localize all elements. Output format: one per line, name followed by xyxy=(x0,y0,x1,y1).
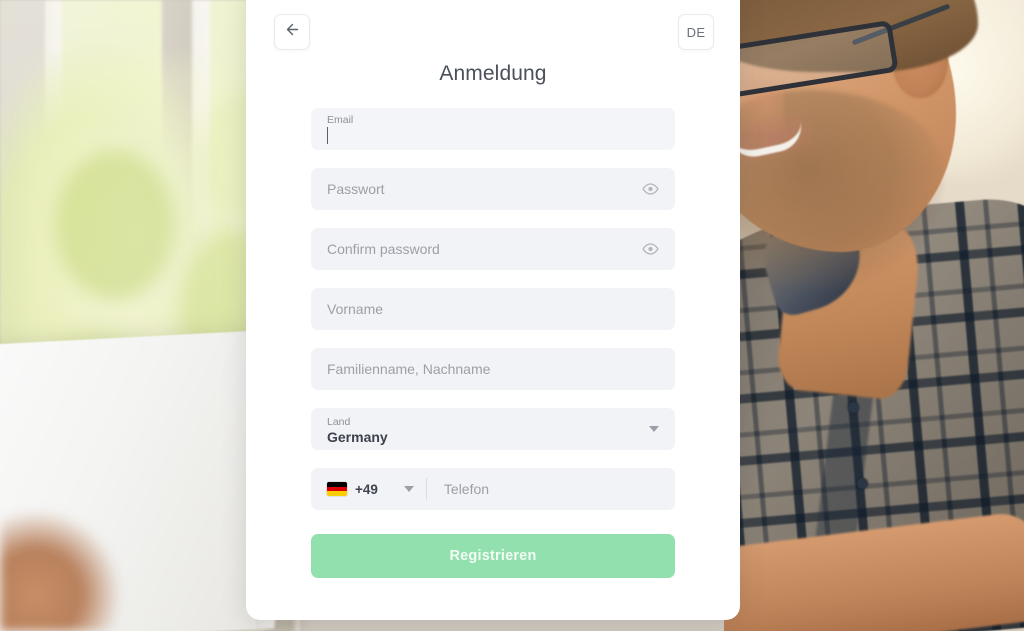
email-field-label: Email xyxy=(327,114,354,126)
back-button[interactable] xyxy=(274,14,310,50)
confirm-password-field[interactable]: Confirm password xyxy=(311,228,675,270)
password-placeholder: Passwort xyxy=(327,181,385,197)
page-title: Anmeldung xyxy=(439,62,547,85)
password-field[interactable]: Passwort xyxy=(311,168,675,210)
chevron-down-icon[interactable] xyxy=(649,426,659,432)
chevron-down-icon[interactable] xyxy=(403,486,414,492)
last-name-placeholder: Familienname, Nachname xyxy=(327,361,491,377)
language-button[interactable]: DE xyxy=(678,14,714,50)
first-name-placeholder: Vorname xyxy=(327,301,384,317)
card-header: DE xyxy=(246,0,740,50)
shirt-button xyxy=(848,402,859,413)
eye-icon[interactable] xyxy=(642,241,659,258)
dial-code-label: +49 xyxy=(355,481,378,497)
country-select[interactable]: Land Germany xyxy=(311,408,675,450)
country-select-value: Germany xyxy=(327,429,388,445)
eye-icon[interactable] xyxy=(642,181,659,198)
language-button-label: DE xyxy=(686,24,706,40)
text-cursor xyxy=(327,127,328,144)
phone-input[interactable]: Telefon xyxy=(427,468,675,510)
background-photo-right xyxy=(724,0,1024,631)
last-name-field[interactable]: Familienname, Nachname xyxy=(311,348,675,390)
germany-flag-icon xyxy=(327,482,347,496)
phone-row: +49 Telefon xyxy=(311,468,675,510)
country-code-select[interactable]: +49 xyxy=(311,468,426,510)
phone-placeholder: Telefon xyxy=(443,481,490,497)
country-select-label: Land xyxy=(327,416,351,428)
foliage-blob xyxy=(55,150,175,300)
page-root: DE Anmeldung Email Passwort Confirm pass… xyxy=(0,0,1024,631)
confirm-password-placeholder: Confirm password xyxy=(327,241,440,257)
signup-form: Email Passwort Confirm password Vorname … xyxy=(246,108,740,578)
shirt-button xyxy=(857,478,868,489)
first-name-field[interactable]: Vorname xyxy=(311,288,675,330)
register-button[interactable]: Registrieren xyxy=(311,534,675,578)
hand-blur xyxy=(0,511,120,631)
email-field[interactable]: Email xyxy=(311,108,675,150)
arrow-left-icon xyxy=(284,21,301,43)
signup-card: DE Anmeldung Email Passwort Confirm pass… xyxy=(246,0,740,620)
register-button-label: Registrieren xyxy=(449,548,537,564)
